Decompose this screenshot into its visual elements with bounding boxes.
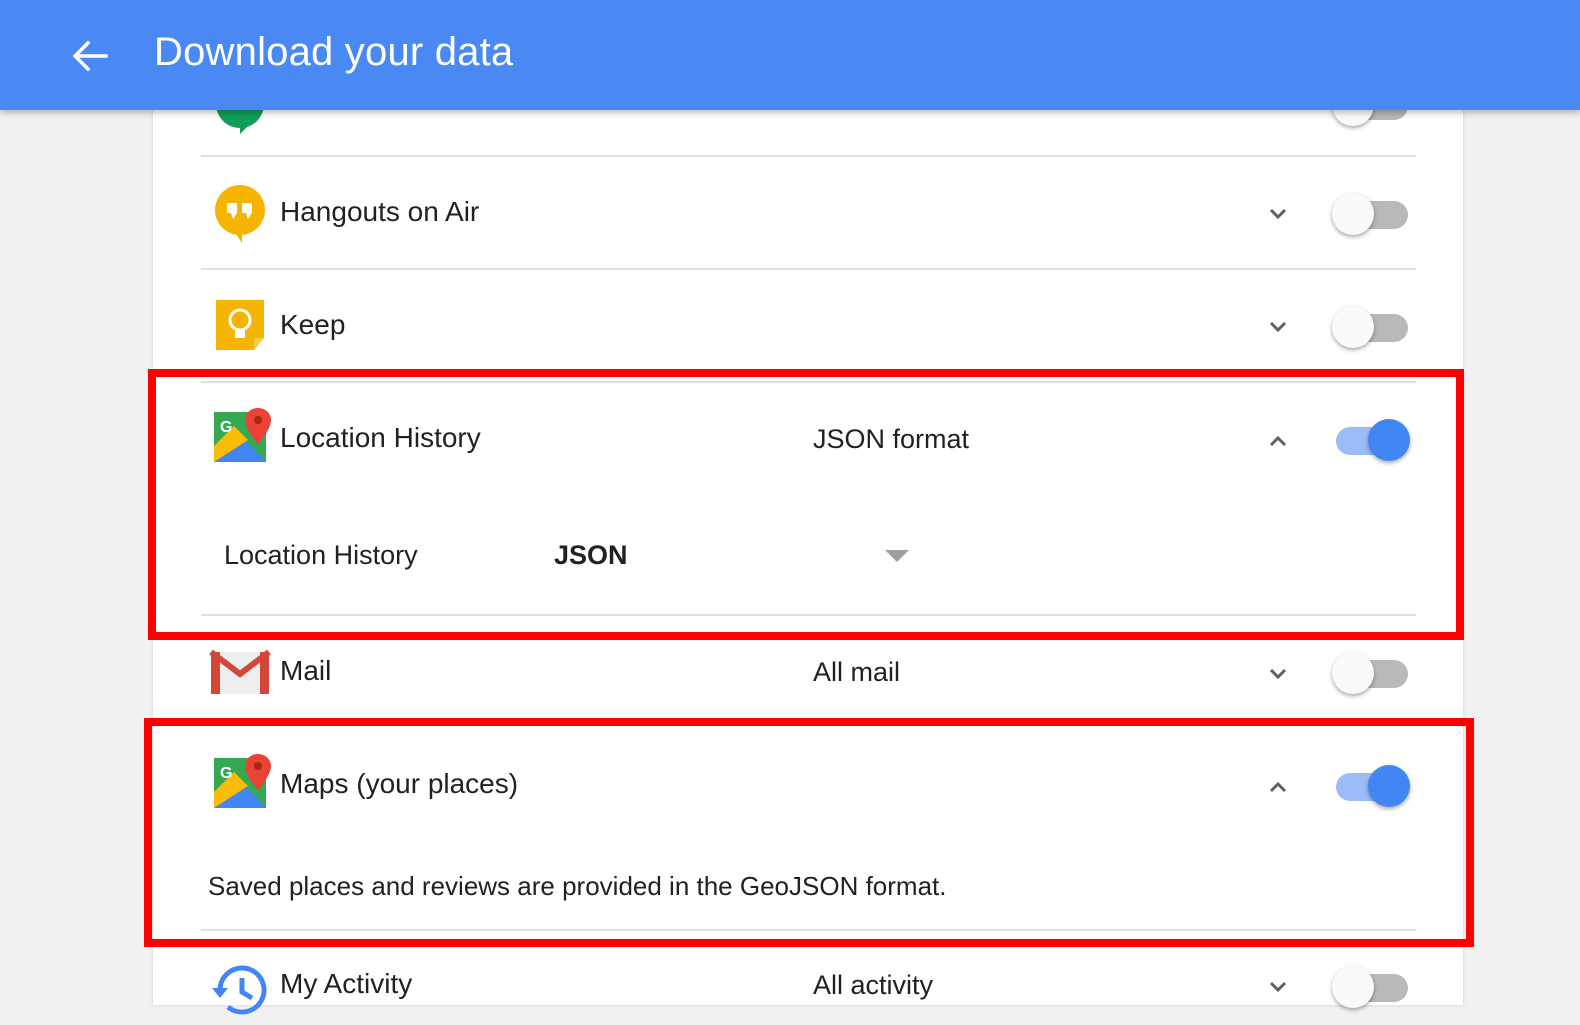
row-label-hangouts-on-air: Hangouts on Air: [280, 196, 480, 227]
my-activity-toggle[interactable]: [1332, 964, 1410, 1010]
hangouts-on-air-toggle[interactable]: [1332, 191, 1410, 237]
hangouts-on-air-icon: [212, 183, 270, 243]
chevron-down-icon[interactable]: [1266, 202, 1290, 226]
mail-toggle[interactable]: [1332, 650, 1410, 696]
keep-icon: [214, 298, 272, 356]
chevron-down-icon[interactable]: [1266, 662, 1290, 686]
row-label-mail: Mail: [280, 655, 332, 686]
highlight-box-location-history: [148, 369, 1464, 640]
chevron-down-icon[interactable]: [1266, 315, 1290, 339]
format-summary-my-activity: All activity: [813, 970, 934, 1000]
row-divider: [201, 155, 1416, 157]
row-label-keep: Keep: [280, 309, 346, 340]
row-label-my-activity: My Activity: [280, 968, 413, 999]
chevron-down-icon[interactable]: [1266, 975, 1290, 999]
keep-toggle[interactable]: [1332, 304, 1410, 350]
format-summary-mail: All mail: [813, 657, 901, 687]
my-activity-icon: [210, 960, 268, 1018]
row-divider: [201, 268, 1416, 270]
back-arrow-icon[interactable]: [70, 36, 110, 76]
highlight-box-maps: [144, 718, 1474, 947]
app-header: Download your data: [0, 0, 1580, 110]
page-title: Download your data: [154, 30, 514, 74]
gmail-icon: [209, 648, 271, 706]
